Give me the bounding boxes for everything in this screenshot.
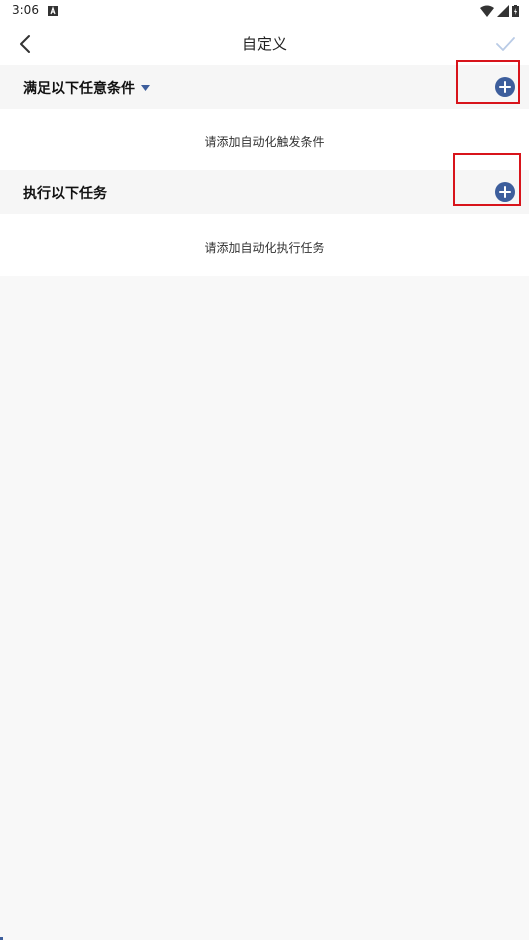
tasks-body: 请添加自动化执行任务 xyxy=(0,214,529,276)
caret-down-icon[interactable] xyxy=(141,85,150,91)
add-condition-button[interactable] xyxy=(495,77,515,97)
tasks-title: 执行以下任务 xyxy=(23,186,107,202)
confirm-check-icon[interactable] xyxy=(493,32,517,56)
page-title: 自定义 xyxy=(241,35,287,53)
status-bar: 3:06 xyxy=(0,0,529,22)
tasks-title-row: 执行以下任务 xyxy=(23,183,107,203)
tasks-empty-text: 请添加自动化执行任务 xyxy=(204,241,325,255)
app-bar: 自定义 xyxy=(0,22,529,65)
conditions-empty-text: 请添加自动化触发条件 xyxy=(204,135,325,149)
wifi-icon xyxy=(480,5,494,17)
status-icons xyxy=(480,4,519,18)
status-time: 3:06 xyxy=(12,3,39,17)
conditions-body: 请添加自动化触发条件 xyxy=(0,109,529,170)
conditions-title-row[interactable]: 满足以下任意条件 xyxy=(23,78,150,98)
notification-a-icon xyxy=(48,6,58,16)
conditions-section-header: 满足以下任意条件 xyxy=(0,65,529,109)
conditions-title: 满足以下任意条件 xyxy=(23,81,135,97)
battery-icon xyxy=(512,5,519,17)
signal-icon xyxy=(497,5,509,17)
tasks-section-header: 执行以下任务 xyxy=(0,170,529,214)
add-task-button[interactable] xyxy=(495,182,515,202)
